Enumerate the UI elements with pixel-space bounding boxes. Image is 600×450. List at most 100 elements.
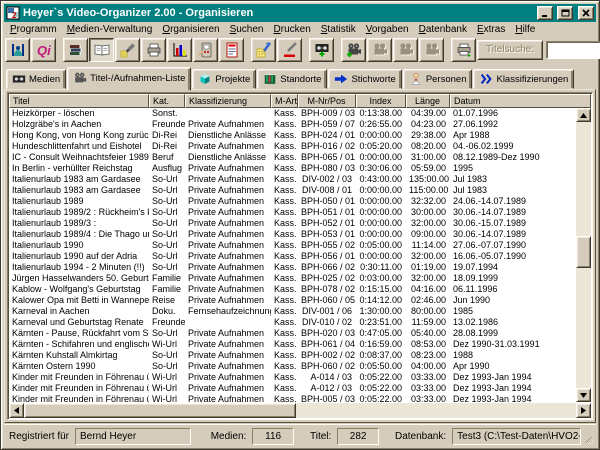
print-list-button[interactable] [451, 38, 476, 62]
printer-small-icon [456, 42, 472, 58]
column-header-datum[interactable]: Datum [450, 94, 591, 108]
tab-stichworte[interactable]: Stichworte [328, 69, 401, 89]
print-button[interactable] [141, 38, 166, 62]
table-row[interactable]: Italienurlaub 1983 am Gardasee So-Url Pr… [9, 174, 576, 185]
edit-grid-button[interactable] [251, 38, 276, 62]
tab-standorte[interactable]: Standorte [257, 69, 327, 89]
menu-item[interactable]: Statistik [316, 23, 361, 36]
table-row[interactable]: Kablow - Wolfgang's Geburtstag Familie P… [9, 284, 576, 295]
title-search-input[interactable] [546, 41, 600, 59]
cell-index: 0:26:55.00 [356, 119, 406, 130]
table-row[interactable]: Italienurlaub 1989/2 : Rückheim's kom...… [9, 207, 576, 218]
scroll-left-button[interactable] [9, 403, 24, 418]
statistics-button[interactable] [167, 38, 192, 62]
menu-item[interactable]: Medien-Verwaltung [62, 23, 158, 36]
cell-m-art: Kass. [271, 141, 298, 152]
tab-projekte[interactable]: Projekte [192, 69, 256, 89]
table-row[interactable]: Hong Kong, von Hong Kong zurück n... Di-… [9, 130, 576, 141]
column-header-index[interactable]: Index [356, 94, 406, 108]
column-header-titel[interactable]: Titel [9, 94, 149, 108]
table-row[interactable]: Heizkörper - löschen Sonst. Kass. BPH-00… [9, 108, 576, 119]
tab-titel-aufnahmen-liste[interactable]: Titel-/Aufnahmen-Liste [67, 67, 191, 91]
menu-item[interactable]: Programm [5, 23, 62, 36]
cell-m-nr-pos: DIV-001 / 06 [298, 306, 356, 317]
maximize-button[interactable] [557, 6, 573, 20]
scroll-up-button[interactable] [576, 108, 591, 122]
table-row[interactable]: IC - Consult Weihnachtsfeier 1989 u.a...… [9, 152, 576, 163]
minimize-button[interactable] [537, 6, 553, 20]
horizontal-scrollbar[interactable] [9, 403, 591, 418]
table-row[interactable]: Kinder mit Freunden in Föhrenau über... … [9, 394, 576, 402]
table-row[interactable]: Kalower Opa mit Betti in Wanneperwen Rei… [9, 295, 576, 306]
new-title-button[interactable] [341, 38, 366, 62]
search-button[interactable] [115, 38, 140, 62]
menu-item[interactable]: Hilfe [510, 23, 540, 36]
table-row[interactable]: Kärnten - Schifahren und englische F... … [9, 339, 576, 350]
cell-m-nr-pos: BPH-065 / 01 [298, 152, 356, 163]
menu-item[interactable]: Extras [472, 23, 510, 36]
menu-item[interactable]: Vorgaben [361, 23, 414, 36]
list-form-button[interactable] [219, 38, 244, 62]
menu-item[interactable]: Drucken [269, 23, 316, 36]
menu-item[interactable]: Datenbank [414, 23, 472, 36]
table-row[interactable]: Kinder mit Freunden in Föhrenau über... … [9, 372, 576, 383]
table-row[interactable]: Kärnten Ostern 1990 So-Url Private Aufna… [9, 361, 576, 372]
cell-m-nr-pos: A-012 / 03 [298, 383, 356, 394]
table-row[interactable]: Kinder mit Freunden in Föhrenau über... … [9, 383, 576, 394]
menu-item[interactable]: Organisieren [157, 23, 224, 36]
tab-label: Stichworte [351, 74, 395, 85]
table-row[interactable]: Italienurlaub 1989 So-Url Private Aufnah… [9, 196, 576, 207]
table-row[interactable]: Karneval und Geburtstag Renate Freunde K… [9, 317, 576, 328]
cell-klassifizierung: Private Aufnahmen [185, 284, 271, 295]
column-header-m-nr-pos[interactable]: M-Nr/Pos [298, 94, 356, 108]
resize-grip[interactable] [585, 435, 593, 445]
cell-m-nr-pos: BPH-060 / 05 [298, 295, 356, 306]
svg-text:2: 2 [12, 11, 17, 20]
table-row[interactable]: Holzgräbe's in Aachen Freunde Private Au… [9, 119, 576, 130]
column-header-kat[interactable]: Kat. [149, 94, 185, 108]
tab-klassifizierungen[interactable]: Klassifizierungen [473, 69, 574, 89]
new-medium-button[interactable] [309, 38, 334, 62]
exit-button[interactable] [5, 38, 30, 62]
tab-personen[interactable]: Personen [403, 69, 473, 89]
table-row[interactable]: In Berlin - verhüllter Reichstag Ausflug… [9, 163, 576, 174]
table-row[interactable]: Italienurlaub 1990 So-Url Private Aufnah… [9, 240, 576, 251]
column-header-klassifizierung[interactable]: Klassifizierung [185, 94, 271, 108]
quickinfo-button[interactable]: Qi [31, 38, 56, 62]
table-row[interactable]: Jürgen Hasselwanders 50. Geburtsta... Fa… [9, 273, 576, 284]
table-row[interactable]: Italienurlaub 1994 - 2 Minuten (!!) So-U… [9, 262, 576, 273]
table-row[interactable]: Karneval in Aachen Doku. Fernsehaufzeich… [9, 306, 576, 317]
arrow-left-icon [14, 407, 19, 414]
mark-red-button[interactable] [277, 38, 302, 62]
table-row[interactable]: Italienurlaub 1990 auf der Adria So-Url … [9, 251, 576, 262]
cell-klassifizierung: Private Aufnahmen [185, 339, 271, 350]
table-row[interactable]: Kärnten Kuhstall Almkirtag So-Url Privat… [9, 350, 576, 361]
titles-grid: Titel Kat. Klassifizierung M-Art M-Nr/Po… [7, 92, 593, 420]
table-row[interactable]: Italienurlaub 1989/4 : Die Thago und ...… [9, 229, 576, 240]
switch-panel-icon [198, 42, 214, 58]
defaults-button[interactable] [193, 38, 218, 62]
close-button[interactable] [578, 6, 594, 20]
scroll-down-button[interactable] [576, 388, 591, 402]
media-management-button[interactable] [63, 38, 88, 62]
horizontal-scroll-thumb[interactable] [24, 403, 296, 418]
cell-m-nr-pos: BPH-024 / 01 [298, 130, 356, 141]
menu-item[interactable]: Suchen [225, 23, 269, 36]
cell-titel: Italienurlaub 1989 [9, 196, 149, 207]
tab-medien[interactable]: Medien [6, 69, 66, 89]
cell-laenge: 03:33.00 [406, 372, 450, 383]
column-header-laenge[interactable]: Länge [406, 94, 450, 108]
cell-m-nr-pos: BPH-050 / 01 [298, 196, 356, 207]
table-row[interactable]: Kärnten - Pause, Rückfahrt vom Som... So… [9, 328, 576, 339]
table-row[interactable]: Hundeschlittenfahrt und Eishotel Di-Rei … [9, 141, 576, 152]
bar-chart-icon [172, 42, 188, 58]
table-row[interactable]: Italienurlaub 1983 am Gardasee So-Url Pr… [9, 185, 576, 196]
cell-kat: So-Url [149, 207, 185, 218]
column-header-m-art[interactable]: M-Art [271, 94, 298, 108]
organize-button[interactable] [89, 38, 114, 62]
cell-m-nr-pos: BPH-066 / 02 [298, 262, 356, 273]
vertical-scroll-thumb[interactable] [576, 236, 591, 268]
scroll-right-button[interactable] [576, 403, 591, 418]
vertical-scrollbar[interactable] [576, 108, 591, 402]
table-row[interactable]: Italienurlaub 1989/3 : So-Url Private Au… [9, 218, 576, 229]
